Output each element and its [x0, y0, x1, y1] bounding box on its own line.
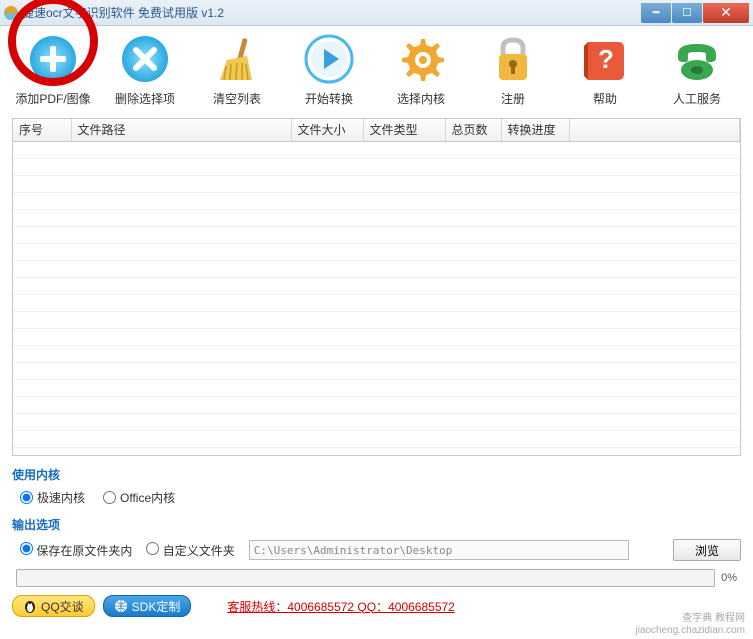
output-custom-radio[interactable]: [146, 542, 159, 555]
kernel-fast-radio[interactable]: [20, 491, 33, 504]
register-button[interactable]: 注册: [468, 30, 558, 118]
service-button[interactable]: 人工服务: [652, 30, 742, 118]
col-progress[interactable]: 转换进度: [501, 119, 569, 141]
sdk-button[interactable]: SDK定制: [103, 595, 192, 617]
kernel-office-radio[interactable]: [103, 491, 116, 504]
add-pdf-label: 添加PDF/图像: [15, 90, 90, 107]
hotline-link[interactable]: 客服热线：4006685572 QQ：4006685572: [227, 598, 454, 615]
watermark: 查字典 教程网 jiaocheng.chazidian.com: [635, 613, 745, 637]
maximize-button[interactable]: ☐: [672, 3, 702, 23]
col-num[interactable]: 序号: [13, 119, 71, 141]
gear-icon: [396, 34, 446, 84]
output-custom-option[interactable]: 自定义文件夹: [146, 542, 234, 559]
phone-icon: [672, 34, 722, 84]
app-icon: [4, 6, 18, 20]
plus-icon: [28, 34, 78, 84]
delete-button[interactable]: 删除选择项: [100, 30, 190, 118]
help-button[interactable]: ? 帮助: [560, 30, 650, 118]
output-original-radio[interactable]: [20, 542, 33, 555]
kernel-button[interactable]: 选择内核: [376, 30, 466, 118]
start-button[interactable]: 开始转换: [284, 30, 374, 118]
kernel-section-label: 使用内核: [12, 466, 741, 483]
play-icon: [304, 34, 354, 84]
table-header-row: 序号 文件路径 文件大小 文件类型 总页数 转换进度: [13, 119, 740, 141]
minimize-button[interactable]: ━: [641, 3, 671, 23]
clear-button[interactable]: 清空列表: [192, 30, 282, 118]
toolbar: 添加PDF/图像 删除选择项 清空列表 开始转换 选择内核 注册: [0, 26, 753, 118]
kernel-fast-option[interactable]: 极速内核: [20, 489, 85, 506]
help-label: 帮助: [593, 90, 617, 107]
x-icon: [120, 34, 170, 84]
qq-chat-button[interactable]: QQ交谈: [12, 595, 95, 617]
progress-percent: 0%: [721, 572, 737, 584]
service-label: 人工服务: [673, 90, 721, 107]
kernel-office-option[interactable]: Office内核: [103, 489, 175, 506]
browse-button[interactable]: 浏览: [673, 539, 741, 561]
register-label: 注册: [501, 90, 525, 107]
progress-bar: [16, 569, 715, 587]
broom-icon: [212, 34, 262, 84]
col-size[interactable]: 文件大小: [291, 119, 363, 141]
titlebar: 捷速ocr文字识别软件 免费试用版 v1.2 ━ ☐ ✕: [0, 0, 753, 26]
help-icon: ?: [580, 34, 630, 84]
start-label: 开始转换: [305, 90, 353, 107]
output-section-label: 输出选项: [12, 516, 741, 533]
globe-icon: [114, 599, 128, 613]
output-path-input[interactable]: [249, 540, 629, 560]
table-body: [13, 141, 740, 447]
file-table[interactable]: 序号 文件路径 文件大小 文件类型 总页数 转换进度: [12, 118, 741, 456]
lock-icon: [488, 34, 538, 84]
penguin-icon: [23, 599, 37, 613]
svg-text:?: ?: [598, 44, 614, 74]
window-title: 捷速ocr文字识别软件 免费试用版 v1.2: [22, 4, 641, 21]
kernel-label: 选择内核: [397, 90, 445, 107]
clear-label: 清空列表: [213, 90, 261, 107]
col-pages[interactable]: 总页数: [445, 119, 501, 141]
delete-label: 删除选择项: [115, 90, 175, 107]
output-original-option[interactable]: 保存在原文件夹内: [20, 542, 132, 559]
col-path[interactable]: 文件路径: [71, 119, 291, 141]
col-spacer: [569, 119, 740, 141]
close-button[interactable]: ✕: [703, 3, 749, 23]
add-pdf-button[interactable]: 添加PDF/图像: [8, 30, 98, 118]
col-type[interactable]: 文件类型: [363, 119, 445, 141]
